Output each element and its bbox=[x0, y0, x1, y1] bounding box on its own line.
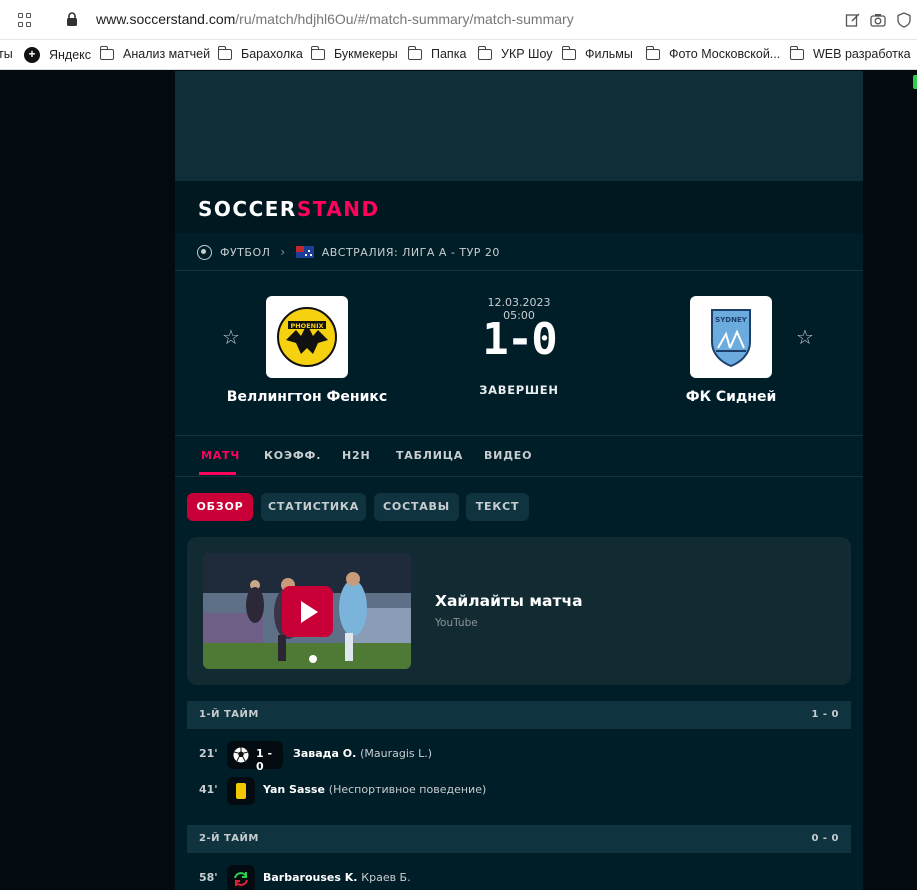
folder-icon bbox=[562, 45, 576, 60]
incident-row: 21' 1 - 0 Завада О. (Mauragis L.) bbox=[187, 741, 851, 773]
chevron-right-icon: › bbox=[280, 245, 286, 259]
match-tabs: МАТЧ КОЭФФ. H2H ТАБЛИЦА ВИДЕО bbox=[175, 435, 863, 477]
incident-reason: (Неспортивное поведение) bbox=[328, 783, 487, 796]
goal-badge: 1 - 0 bbox=[227, 741, 283, 773]
incident-player[interactable]: Завада О. (Mauragis L.) bbox=[293, 747, 432, 760]
svg-text:SYDNEY: SYDNEY bbox=[715, 316, 748, 324]
main-column: SOCCERSTAND ФУТБОЛ › АВСТРАЛИЯ: ЛИГА А -… bbox=[175, 71, 863, 890]
highlights-title[interactable]: Хайлайты матча bbox=[435, 592, 583, 610]
period-header: 1-Й ТАЙМ 1 - 0 bbox=[187, 701, 851, 729]
bookmark-folder[interactable]: Папка bbox=[408, 45, 466, 61]
favorite-star-icon[interactable]: ☆ bbox=[796, 327, 814, 347]
folder-icon bbox=[478, 45, 492, 60]
highlights-card[interactable]: Хайлайты матча YouTube bbox=[187, 537, 851, 685]
tab-odds[interactable]: КОЭФФ. bbox=[264, 449, 321, 462]
incident-minute: 58' bbox=[199, 871, 218, 884]
incident-player[interactable]: Barbarouses K. Краев Б. bbox=[263, 871, 411, 884]
play-button[interactable] bbox=[282, 586, 333, 637]
home-team-logo[interactable]: PHOENIX bbox=[266, 296, 348, 378]
svg-text:PHOENIX: PHOENIX bbox=[290, 322, 323, 330]
browser-address-bar: www.soccerstand.com/ru/match/hdjhl6Ou/#/… bbox=[0, 0, 917, 40]
url-field[interactable]: www.soccerstand.com/ru/match/hdjhl6Ou/#/… bbox=[96, 11, 574, 27]
bookmark-folder[interactable]: Анализ матчей bbox=[100, 45, 210, 61]
scroll-indicator bbox=[913, 75, 917, 89]
bookmark-folder[interactable]: Барахолка bbox=[218, 45, 303, 61]
bookmark-yandex[interactable]: + Яндекс bbox=[24, 47, 91, 63]
phoenix-crest-icon: PHOENIX bbox=[277, 307, 337, 367]
tab-video[interactable]: ВИДЕО bbox=[484, 449, 532, 462]
page-margin-right bbox=[863, 71, 917, 890]
highlights-source: YouTube bbox=[435, 617, 478, 629]
australia-flag-icon bbox=[295, 246, 314, 258]
match-score: 1-0 bbox=[482, 314, 557, 365]
ad-banner bbox=[175, 71, 863, 181]
incident-player[interactable]: Yan Sasse (Неспортивное поведение) bbox=[263, 783, 486, 796]
tab-match[interactable]: МАТЧ bbox=[201, 449, 240, 462]
active-tab-indicator bbox=[199, 472, 236, 475]
incident-row: 41' Yan Sasse (Неспортивное поведение) bbox=[187, 777, 851, 805]
breadcrumb-competition[interactable]: АВСТРАЛИЯ: ЛИГА А - ТУР 20 bbox=[322, 246, 500, 259]
folder-icon bbox=[408, 45, 422, 60]
soccer-ball-icon bbox=[233, 747, 249, 763]
favorite-star-icon[interactable]: ☆ bbox=[222, 327, 240, 347]
camera-icon[interactable] bbox=[870, 12, 886, 28]
bookmark-folder[interactable]: Фото Московской... bbox=[646, 45, 780, 61]
bookmark-folder[interactable]: Букмекеры bbox=[311, 45, 398, 61]
site-logo[interactable]: SOCCERSTAND bbox=[198, 197, 380, 221]
subtab-summary[interactable]: ОБЗОР bbox=[187, 493, 253, 521]
yandex-icon: + bbox=[24, 47, 40, 63]
tabs-grid-icon[interactable] bbox=[18, 13, 32, 27]
subtab-statistics[interactable]: СТАТИСТИКА bbox=[261, 493, 366, 521]
incident-minute: 21' bbox=[199, 747, 218, 760]
period-name: 1-Й ТАЙМ bbox=[199, 709, 259, 720]
tab-standings[interactable]: ТАБЛИЦА bbox=[396, 449, 463, 462]
assist-player[interactable]: (Mauragis L.) bbox=[360, 747, 432, 760]
substituted-player[interactable]: Краев Б. bbox=[361, 871, 410, 884]
folder-icon bbox=[311, 45, 325, 60]
folder-icon bbox=[100, 45, 114, 60]
match-status: ЗАВЕРШЕН bbox=[479, 383, 559, 397]
bookmark-folder[interactable]: УКР Шоу bbox=[478, 45, 553, 61]
bookmark-folder[interactable]: WEB разработка bbox=[790, 45, 911, 61]
yellow-card-badge bbox=[227, 777, 255, 805]
subtab-commentary[interactable]: ТЕКСТ bbox=[466, 493, 529, 521]
away-team-name[interactable]: ФК Сидней bbox=[651, 389, 811, 405]
period-name: 2-Й ТАЙМ bbox=[199, 833, 259, 844]
folder-icon bbox=[790, 45, 804, 60]
subtab-lineups[interactable]: СОСТАВЫ bbox=[374, 493, 459, 521]
incident-minute: 41' bbox=[199, 783, 218, 796]
lock-icon bbox=[67, 12, 77, 26]
tab-h2h[interactable]: H2H bbox=[342, 449, 370, 462]
incident-row: 58' Barbarouses K. Краев Б. bbox=[187, 865, 851, 890]
breadcrumb-sport[interactable]: ФУТБОЛ bbox=[220, 246, 270, 259]
sydney-crest-icon: SYDNEY bbox=[711, 309, 751, 368]
page-margin-left bbox=[0, 71, 175, 890]
soccer-ball-icon bbox=[197, 244, 212, 260]
breadcrumb: ФУТБОЛ › АВСТРАЛИЯ: ЛИГА А - ТУР 20 bbox=[197, 242, 500, 262]
bookmark-folder[interactable]: Фильмы bbox=[562, 45, 633, 61]
shield-icon[interactable] bbox=[896, 12, 912, 28]
period-header: 2-Й ТАЙМ 0 - 0 bbox=[187, 825, 851, 853]
goal-score: 1 - 0 bbox=[256, 747, 273, 773]
bookmarks-bar: ты +Яндекс Анализ матчей Барахолка Букме… bbox=[0, 40, 917, 70]
substitution-badge bbox=[227, 865, 255, 890]
yellow-card-icon bbox=[236, 783, 246, 799]
period-score: 1 - 0 bbox=[811, 709, 839, 720]
video-thumbnail[interactable] bbox=[203, 553, 411, 669]
away-team-logo[interactable]: SYDNEY bbox=[690, 296, 772, 378]
folder-icon bbox=[218, 45, 232, 60]
home-team-name[interactable]: Веллингтон Феникс bbox=[217, 389, 397, 405]
edit-icon[interactable] bbox=[845, 12, 861, 28]
folder-icon bbox=[646, 45, 660, 60]
bookmark-item[interactable]: ты bbox=[0, 47, 13, 61]
divider bbox=[175, 270, 863, 271]
substitution-icon bbox=[234, 872, 248, 886]
period-score: 0 - 0 bbox=[811, 833, 839, 844]
